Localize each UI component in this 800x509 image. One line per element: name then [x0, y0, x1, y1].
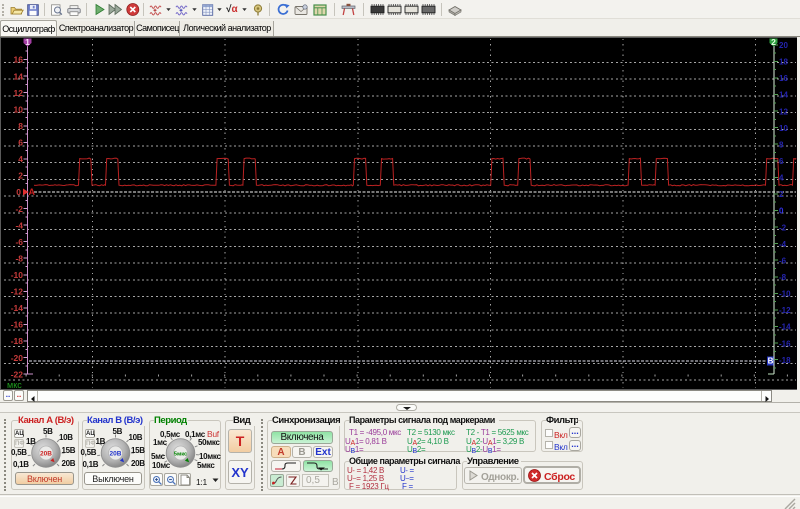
svg-text:2: 2 [779, 190, 784, 199]
svg-text:-14: -14 [11, 303, 24, 313]
svg-text:6: 6 [18, 138, 23, 148]
svg-text:-4: -4 [15, 220, 23, 230]
svg-text:-18: -18 [779, 356, 791, 365]
svg-text:5мкс: 5мкс [174, 452, 188, 458]
svg-text:16: 16 [779, 74, 788, 83]
svg-text:-18: -18 [11, 336, 24, 346]
svg-text:-4: -4 [779, 240, 787, 249]
svg-text:-6: -6 [15, 237, 23, 247]
svg-text:4: 4 [18, 154, 23, 164]
svg-text:12: 12 [14, 88, 24, 98]
svg-text:-8: -8 [779, 273, 787, 282]
svg-text:8: 8 [18, 121, 23, 131]
svg-text:14: 14 [779, 91, 788, 100]
svg-text:12: 12 [779, 107, 788, 116]
svg-text:A: A [29, 187, 36, 197]
svg-text:8: 8 [779, 140, 784, 149]
svg-text:20В: 20В [40, 451, 52, 458]
svg-text:1: 1 [25, 37, 30, 47]
svg-text:0: 0 [779, 207, 784, 216]
svg-text:-10: -10 [779, 290, 791, 299]
svg-text:мкс: мкс [7, 380, 22, 390]
svg-text:14: 14 [14, 71, 24, 81]
svg-text:-12: -12 [779, 306, 791, 315]
svg-text:-12: -12 [11, 287, 24, 297]
svg-text:2: 2 [18, 171, 23, 181]
svg-text:-20: -20 [11, 353, 24, 363]
svg-text:B: B [768, 357, 774, 366]
svg-text:-16: -16 [779, 339, 791, 348]
svg-text:18: 18 [779, 58, 788, 67]
svg-text:2: 2 [771, 37, 776, 47]
svg-text:-14: -14 [779, 323, 791, 332]
svg-text:16: 16 [14, 55, 24, 65]
svg-text:10: 10 [779, 124, 788, 133]
svg-text:-16: -16 [11, 320, 24, 330]
svg-text:-2: -2 [15, 204, 23, 214]
svg-text:-2: -2 [779, 223, 787, 232]
svg-text:-22: -22 [11, 369, 24, 379]
svg-text:6: 6 [779, 157, 784, 166]
svg-text:-8: -8 [15, 253, 23, 263]
svg-text:-6: -6 [779, 256, 787, 265]
svg-text:10: 10 [14, 104, 24, 114]
svg-text:-10: -10 [11, 270, 24, 280]
svg-text:4: 4 [779, 174, 784, 183]
svg-text:20В: 20В [110, 451, 122, 458]
svg-text:0: 0 [16, 187, 21, 197]
svg-text:20: 20 [779, 41, 788, 50]
